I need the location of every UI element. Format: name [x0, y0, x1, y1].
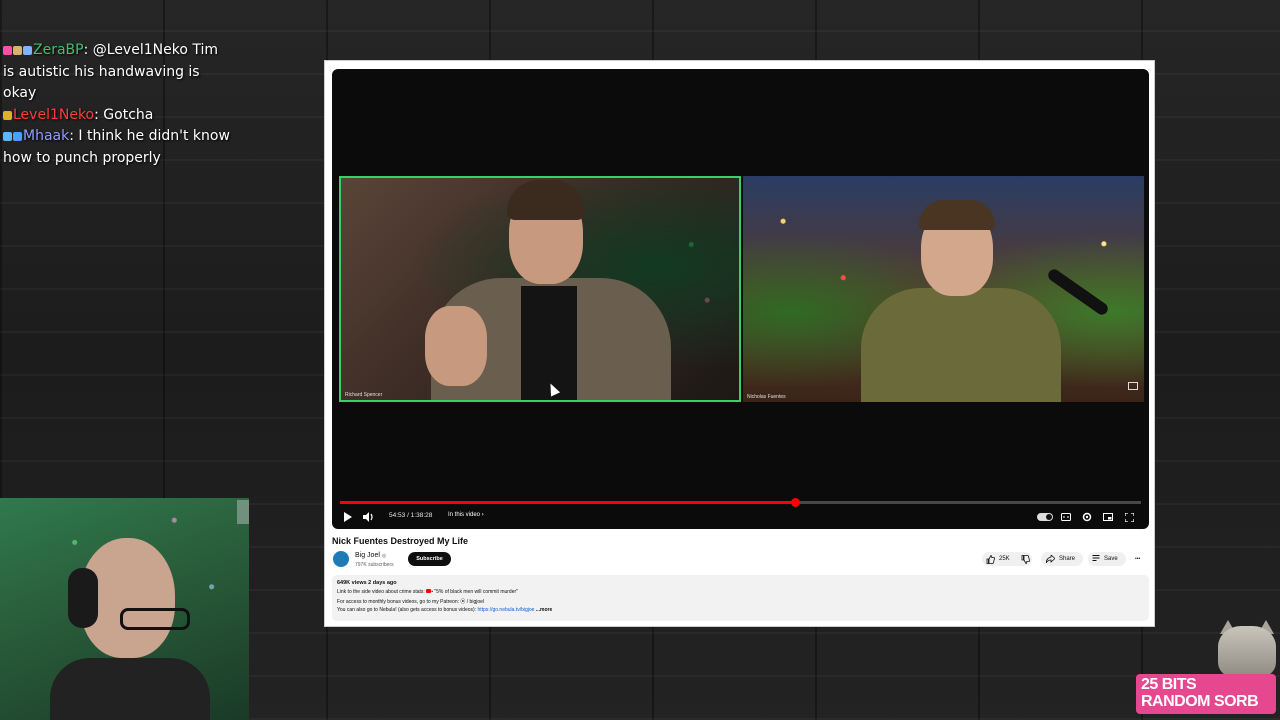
bits-amount: 25 BITS	[1141, 676, 1197, 693]
video-tile-left: Richard Spencer	[339, 176, 741, 402]
more-actions-button[interactable]: •••	[1135, 553, 1140, 565]
chat-overlay: ZeraBP: @Level1Neko Tim is autistic his …	[3, 40, 233, 169]
fullscreen-icon[interactable]	[1122, 509, 1136, 525]
streamer-figure	[50, 538, 210, 720]
share-icon	[1046, 555, 1055, 563]
like-button[interactable]: 25K	[986, 553, 1010, 565]
heart-badge-icon	[3, 46, 12, 55]
description-line: For access to monthly bonus videos, go t…	[337, 599, 485, 605]
time-display: 54:53 / 1:38:28	[389, 512, 433, 519]
volume-icon[interactable]	[361, 509, 375, 525]
description-text: Link to the side video about crime stats…	[337, 589, 427, 595]
channel-avatar[interactable]	[333, 551, 349, 567]
view-count-date: 649K views 2 days ago	[337, 580, 397, 586]
in-this-video-button[interactable]: In this video ›	[448, 512, 484, 518]
captions-icon[interactable]	[1059, 509, 1073, 525]
video-title: Nick Fuentes Destroyed My Life	[332, 536, 469, 546]
autoplay-toggle[interactable]	[1037, 513, 1053, 521]
description-text: You can also go to Nebula! (also gets ac…	[337, 607, 478, 613]
crown-badge-icon	[3, 110, 12, 120]
more-link[interactable]: ...more	[534, 607, 552, 613]
webcam-edge	[237, 500, 249, 524]
player-controls: 54:53 / 1:38:28 In this video ›	[332, 509, 1149, 527]
chat-message: ZeraBP: @Level1Neko Tim is autistic his …	[3, 40, 233, 105]
description-link[interactable]: • "5% of black men will commit murder"	[431, 589, 518, 595]
save-icon	[1092, 554, 1100, 561]
chat-username: ZeraBP	[33, 42, 84, 58]
subscribe-button[interactable]: Subscribe	[408, 552, 451, 566]
chat-message: Mhaak: I think he didn't know how to pun…	[3, 126, 233, 169]
participant-name: Nicholas Fuentes	[747, 394, 786, 400]
share-button[interactable]: Share	[1046, 553, 1075, 565]
save-label: Save	[1104, 556, 1118, 562]
youtube-window: Richard Spencer Nicholas Fuentes 54:53 /…	[324, 60, 1155, 627]
subscriber-badge-icon	[23, 46, 32, 55]
description-line: You can also go to Nebula! (also gets ac…	[337, 607, 552, 613]
progress-fill	[340, 501, 795, 504]
subscriber-count: 797K subscribers	[355, 562, 394, 568]
bits-username: RANDOM SORB	[1141, 693, 1259, 710]
channel-name[interactable]: Big Joel ◎	[355, 552, 386, 559]
play-icon[interactable]	[340, 509, 354, 525]
drop-badge-icon	[3, 132, 12, 141]
participant-name: Richard Spencer	[345, 392, 383, 398]
chat-username: Level1Neko	[13, 106, 95, 123]
share-label: Share	[1059, 556, 1076, 562]
like-count: 25K	[999, 556, 1010, 562]
progress-scrubber[interactable]	[790, 498, 800, 507]
description-line: Link to the side video about crime stats…	[337, 589, 518, 595]
bits-alert: 25 BITS RANDOM SORB	[1136, 674, 1276, 714]
video-player[interactable]: Richard Spencer Nicholas Fuentes 54:53 /…	[332, 69, 1149, 529]
progress-bar[interactable]	[340, 498, 1141, 507]
cat-mascot-icon	[1218, 626, 1276, 678]
like-icon	[986, 554, 995, 564]
save-button[interactable]: Save	[1092, 553, 1118, 565]
bits-badge-icon	[13, 46, 22, 55]
dislike-button[interactable]	[1021, 553, 1030, 565]
chat-message: Level1Neko: Gotcha	[3, 105, 233, 127]
miniplayer-icon[interactable]	[1101, 509, 1115, 525]
description-box[interactable]: 649K views 2 days ago Link to the side v…	[332, 575, 1149, 621]
verified-icon: ◎	[381, 553, 387, 559]
video-tile-right: Nicholas Fuentes	[743, 176, 1144, 402]
dislike-icon	[1021, 554, 1030, 564]
subscriber-badge-icon	[13, 132, 22, 141]
streamer-webcam	[0, 498, 249, 720]
channel-name-text[interactable]: Big Joel	[355, 552, 380, 559]
chat-username: Mhaak	[23, 128, 70, 144]
chat-text: : Gotcha	[94, 106, 154, 123]
description-link[interactable]: https://go.nebula.tv/bigjoe	[477, 607, 534, 613]
settings-icon[interactable]	[1080, 509, 1094, 525]
pip-icon	[1128, 382, 1138, 390]
